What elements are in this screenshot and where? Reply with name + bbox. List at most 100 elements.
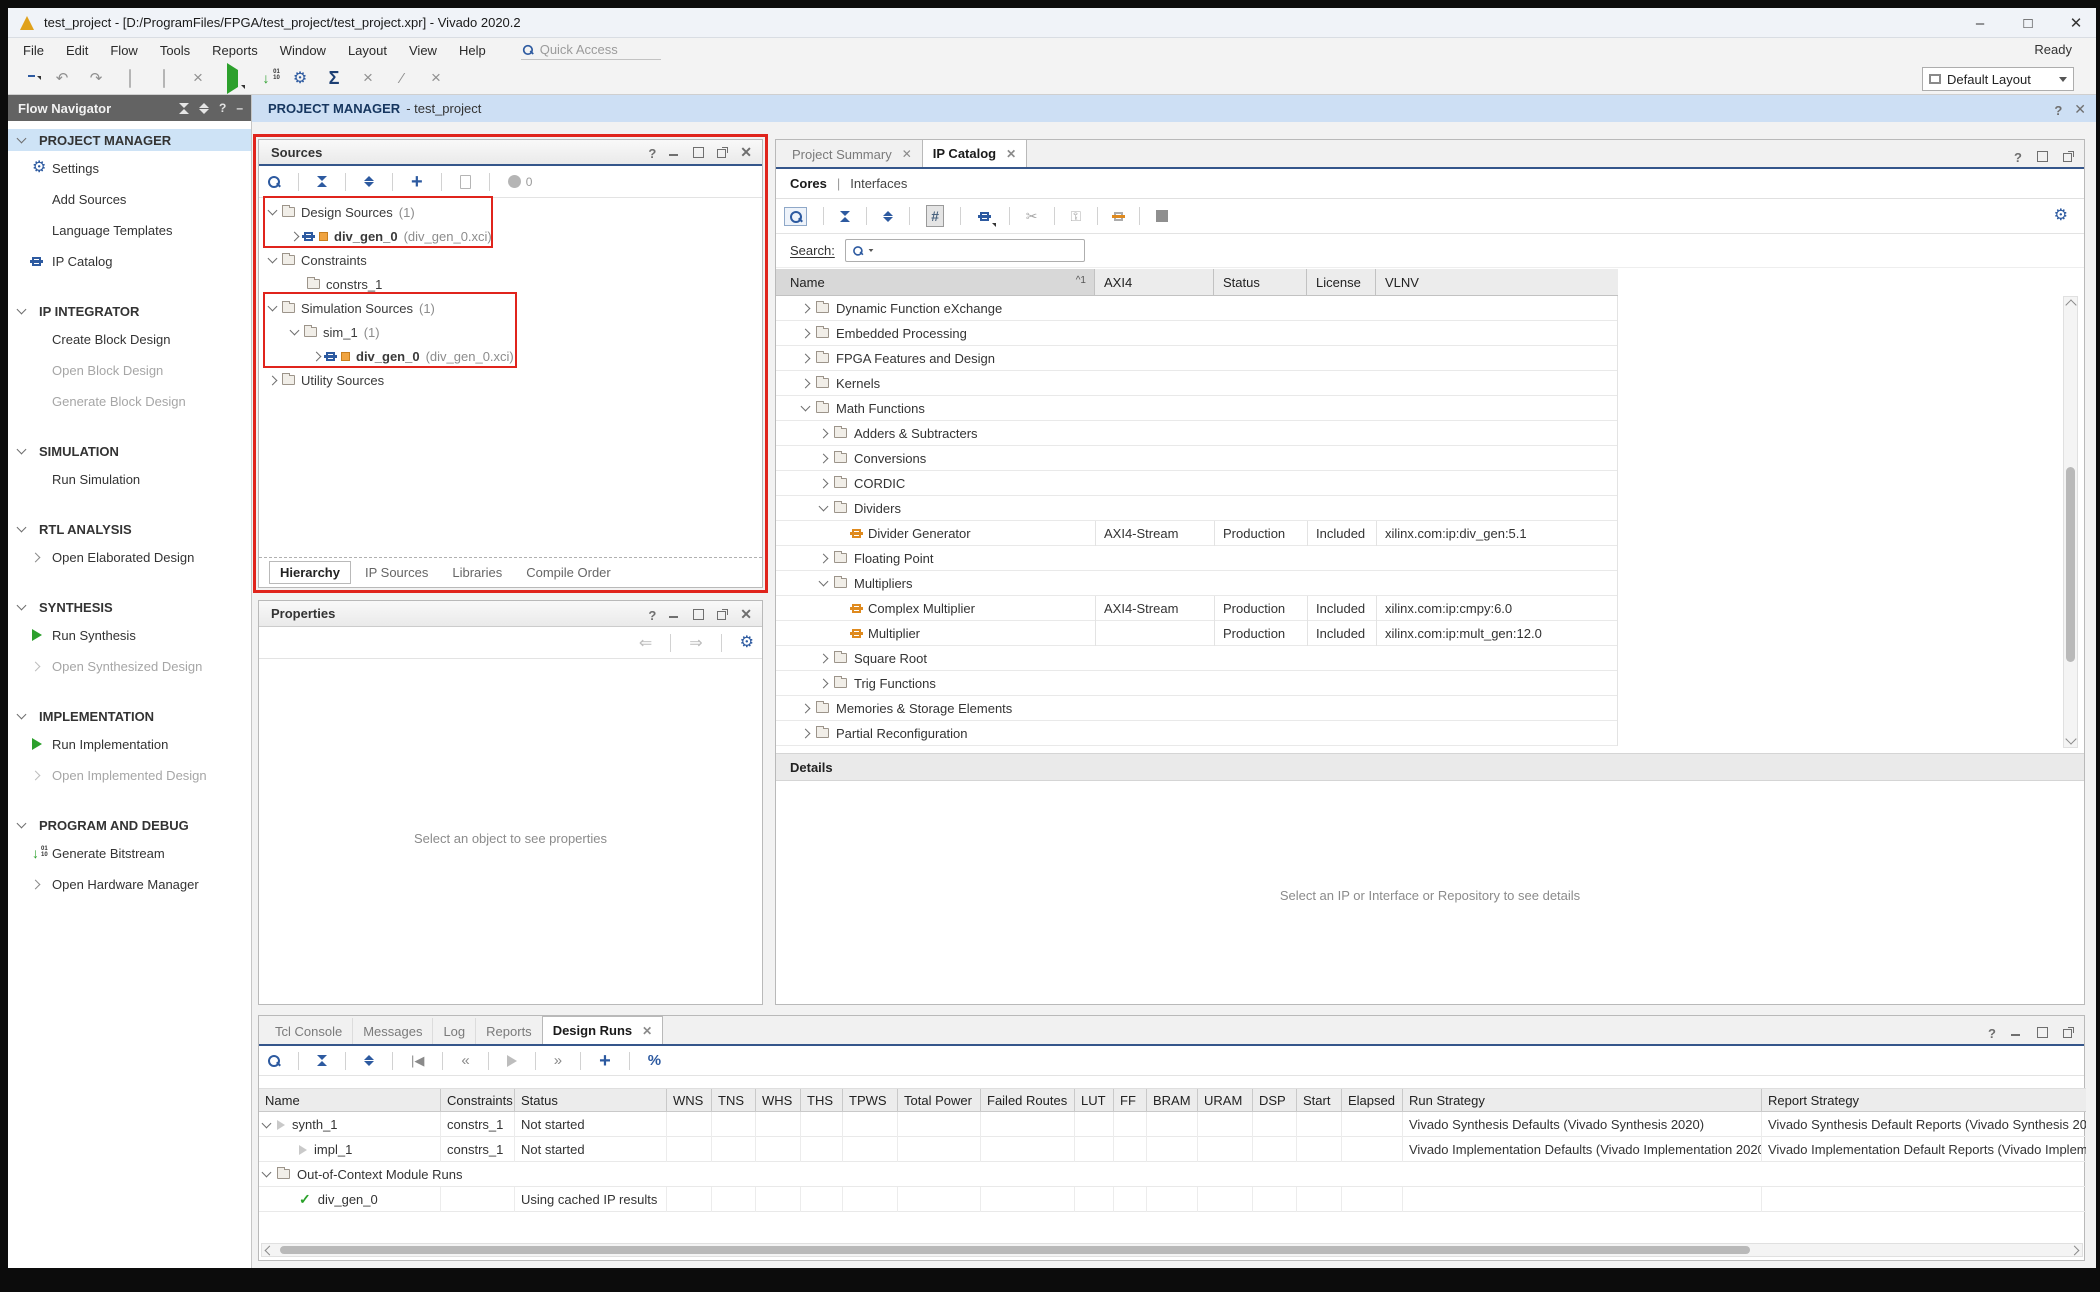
close-panel-icon[interactable]: ✕ xyxy=(740,608,752,620)
scrollbar-thumb[interactable] xyxy=(280,1246,1750,1254)
flownav-section-implementation[interactable]: IMPLEMENTATION xyxy=(8,705,251,727)
ip-category-row[interactable]: Adders & Subtracters xyxy=(776,421,1617,446)
tree-row-sim-div-gen-0[interactable]: div_gen_0(div_gen_0.xci) xyxy=(259,344,762,368)
column-tpws[interactable]: TPWS xyxy=(843,1089,898,1111)
tab-reports[interactable]: Reports xyxy=(475,1018,542,1044)
redo-button[interactable]: ↷ xyxy=(86,69,106,87)
float-panel-icon[interactable] xyxy=(2062,150,2074,162)
layout-selector[interactable]: Default Layout xyxy=(1922,67,2074,91)
filter-icon[interactable]: # xyxy=(926,205,944,227)
ip-category-row[interactable]: Math Functions xyxy=(776,396,1617,421)
column-ff[interactable]: FF xyxy=(1114,1089,1147,1111)
ip-category-row[interactable]: Kernels xyxy=(776,371,1617,396)
collapse-all-icon[interactable] xyxy=(317,176,327,187)
column-status[interactable]: Status xyxy=(1214,269,1307,295)
flownav-section-ip-integrator[interactable]: IP INTEGRATOR xyxy=(8,300,251,322)
column-run-strategy[interactable]: Run Strategy xyxy=(1403,1089,1762,1111)
tab-compile-order[interactable]: Compile Order xyxy=(516,562,621,583)
close-tab-icon[interactable]: ✕ xyxy=(902,147,912,161)
scroll-up-icon[interactable] xyxy=(2065,299,2076,310)
minimize-panel-icon[interactable]: – xyxy=(236,101,243,115)
column-dsp[interactable]: DSP xyxy=(1253,1089,1297,1111)
tab-project-summary[interactable]: Project Summary✕ xyxy=(782,141,922,167)
tree-row-design-sources[interactable]: Design Sources(1) xyxy=(259,200,762,224)
flownav-item-language-templates[interactable]: Language Templates xyxy=(8,219,251,241)
run-row-synth-1[interactable]: synth_1 constrs_1 Not started Vivado Syn… xyxy=(259,1112,2086,1137)
flownav-item-settings[interactable]: ⚙Settings xyxy=(8,157,251,179)
subtab-cores[interactable]: Cores xyxy=(790,176,827,191)
run-row-impl-1[interactable]: impl_1 constrs_1 Not started Vivado Impl… xyxy=(259,1137,2086,1162)
undo-button[interactable]: ↶ xyxy=(52,69,72,87)
scroll-down-icon[interactable] xyxy=(2065,733,2076,744)
flownav-section-simulation[interactable]: SIMULATION xyxy=(8,440,251,462)
ip-category-row[interactable]: FPGA Features and Design xyxy=(776,346,1617,371)
flownav-item-add-sources[interactable]: Add Sources xyxy=(8,188,251,210)
percent-icon[interactable]: % xyxy=(648,1052,661,1069)
run-button[interactable] xyxy=(222,70,242,87)
gear-icon[interactable]: ⚙ xyxy=(2054,208,2068,224)
details-header[interactable]: Details xyxy=(776,753,2084,781)
ip-category-row[interactable]: Memories & Storage Elements xyxy=(776,696,1617,721)
info-icon[interactable] xyxy=(1156,210,1168,222)
tab-messages[interactable]: Messages xyxy=(352,1018,432,1044)
ip-core-row[interactable]: Complex Multiplier AXI4-Stream Productio… xyxy=(776,596,1617,621)
help-icon[interactable]: ? xyxy=(2054,103,2062,115)
column-wns[interactable]: WNS xyxy=(667,1089,712,1111)
help-icon[interactable]: ? xyxy=(648,608,656,620)
flownav-item-generate-block-design[interactable]: Generate Block Design xyxy=(8,390,251,412)
quick-access-search[interactable]: Quick Access xyxy=(521,40,661,60)
ip-category-row[interactable]: Conversions xyxy=(776,446,1617,471)
add-ip-icon[interactable] xyxy=(977,208,993,225)
cancel-button[interactable]: × xyxy=(358,68,378,88)
flownav-item-create-block-design[interactable]: Create Block Design xyxy=(8,328,251,350)
maximize-button[interactable]: □ xyxy=(2008,8,2048,38)
expand-all-icon[interactable] xyxy=(364,1055,374,1066)
ip-core-row[interactable]: Divider Generator AXI4-Stream Production… xyxy=(776,521,1617,546)
column-bram[interactable]: BRAM xyxy=(1147,1089,1198,1111)
run-row-div-gen-0[interactable]: ✓div_gen_0 Using cached IP results xyxy=(259,1187,2086,1212)
tree-row-utility-sources[interactable]: Utility Sources xyxy=(259,368,762,392)
column-status[interactable]: Status xyxy=(515,1089,667,1111)
ip-category-row[interactable]: Dividers xyxy=(776,496,1617,521)
subtab-interfaces[interactable]: Interfaces xyxy=(850,176,907,191)
column-whs[interactable]: WHS xyxy=(756,1089,801,1111)
float-panel-icon[interactable] xyxy=(716,608,728,620)
help-icon[interactable]: ? xyxy=(1988,1026,1996,1038)
scroll-right-icon[interactable] xyxy=(2070,1246,2080,1256)
tab-log[interactable]: Log xyxy=(432,1018,475,1044)
key-icon[interactable]: ⚿ xyxy=(1071,208,1082,225)
ip-category-row[interactable]: Square Root xyxy=(776,646,1617,671)
maximize-panel-icon[interactable] xyxy=(2036,1026,2048,1038)
flownav-section-program-and-debug[interactable]: PROGRAM AND DEBUG xyxy=(8,814,251,836)
wrench-icon[interactable]: ✂ xyxy=(1026,208,1038,225)
expand-all-icon[interactable] xyxy=(199,103,209,114)
collapse-all-icon[interactable] xyxy=(179,103,189,114)
close-panel-icon[interactable]: ✕ xyxy=(740,146,752,158)
expand-all-icon[interactable] xyxy=(883,211,893,222)
flownav-item-ip-catalog[interactable]: IP Catalog xyxy=(8,250,251,272)
tree-row-constrs-1[interactable]: constrs_1 xyxy=(259,272,762,296)
help-icon[interactable]: ? xyxy=(219,101,226,115)
flownav-item-run-synthesis[interactable]: Run Synthesis xyxy=(8,624,251,646)
back-arrow-icon[interactable]: ⇐ xyxy=(639,633,652,653)
column-lut[interactable]: LUT xyxy=(1075,1089,1114,1111)
ip-category-row[interactable]: Trig Functions xyxy=(776,671,1617,696)
tab-tcl-console[interactable]: Tcl Console xyxy=(265,1018,352,1044)
chip-icon[interactable] xyxy=(1114,208,1123,224)
menu-help[interactable]: Help xyxy=(448,43,497,58)
tab-libraries[interactable]: Libraries xyxy=(442,562,512,583)
flownav-item-open-synthesized-design[interactable]: Open Synthesized Design xyxy=(8,655,251,677)
column-start[interactable]: Start xyxy=(1297,1089,1342,1111)
tab-ip-catalog[interactable]: IP Catalog✕ xyxy=(922,139,1027,167)
column-vlnv[interactable]: VLNV xyxy=(1376,269,1618,295)
tree-row-constraints[interactable]: Constraints xyxy=(259,248,762,272)
column-elapsed[interactable]: Elapsed xyxy=(1342,1089,1403,1111)
help-icon[interactable]: ? xyxy=(2014,150,2022,162)
tab-hierarchy[interactable]: Hierarchy xyxy=(269,561,351,584)
flownav-section-synthesis[interactable]: SYNTHESIS xyxy=(8,596,251,618)
close-tab-icon[interactable]: ✕ xyxy=(642,1024,652,1038)
column-name[interactable]: Name xyxy=(259,1089,441,1111)
column-failed-routes[interactable]: Failed Routes xyxy=(981,1089,1075,1111)
column-report-strategy[interactable]: Report Strategy xyxy=(1762,1089,2086,1111)
close-tab-icon[interactable]: ✕ xyxy=(1006,147,1016,161)
